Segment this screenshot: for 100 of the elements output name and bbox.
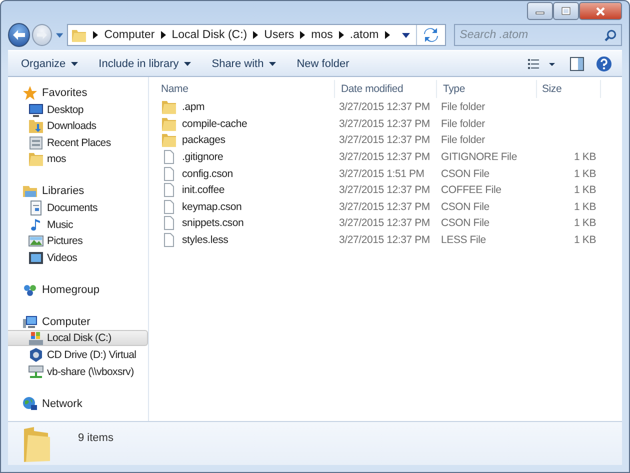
column-header[interactable]: Date modified — [335, 80, 437, 98]
file-type: File folder — [441, 134, 485, 146]
minimize-button[interactable] — [527, 2, 553, 20]
recent-icon — [28, 134, 44, 151]
chevron-icon[interactable] — [300, 31, 306, 39]
file-type: CSON File — [441, 168, 490, 180]
file-type: File folder — [441, 101, 485, 114]
column-header[interactable]: Type — [437, 80, 537, 98]
folder-icon — [161, 116, 177, 132]
computer-icon — [22, 314, 38, 330]
file-size: 1 KB — [574, 200, 596, 213]
file-type: COFFEE File — [441, 184, 502, 196]
nav-item[interactable]: Recent Places — [8, 134, 148, 151]
file-size: 1 KB — [574, 151, 596, 164]
nav-group-item[interactable]: Computer — [8, 314, 148, 330]
nav-group-item[interactable]: Libraries — [8, 183, 148, 200]
breadcrumb-item[interactable]: Local Disk (C:) — [172, 29, 248, 41]
downloads-icon — [28, 118, 44, 134]
date-modified: 3/27/2015 12:37 PM — [339, 184, 430, 196]
nav-item[interactable]: mos — [8, 151, 148, 168]
file-size: 1 KB — [574, 184, 596, 196]
chevron-icon[interactable] — [160, 31, 166, 39]
toolbar-button[interactable]: Include in library — [90, 58, 200, 70]
column-header[interactable]: Name — [149, 80, 335, 98]
column-header[interactable]: Size — [537, 80, 601, 98]
file-size: 1 KB — [574, 234, 596, 246]
file-size: 1 KB — [574, 168, 596, 180]
nav-item[interactable]: CD Drive (D:) Virtual — [8, 346, 148, 363]
file-name[interactable]: packages — [182, 134, 226, 146]
caret-icon[interactable] — [402, 32, 410, 38]
file-name[interactable]: snippets.cson — [182, 217, 244, 230]
refresh-icon[interactable] — [422, 28, 439, 42]
toolbar-button[interactable]: New folder — [288, 58, 358, 70]
file-type: LESS File — [441, 234, 486, 246]
nav-item[interactable]: Downloads — [8, 118, 148, 134]
file-name[interactable]: compile-cache — [182, 118, 248, 130]
date-modified: 3/27/2015 12:37 PM — [339, 151, 430, 164]
file-size: 1 KB — [574, 217, 596, 230]
file-icon — [161, 182, 177, 198]
folder-icon — [161, 132, 177, 148]
back-button[interactable] — [8, 23, 30, 47]
chevron-icon[interactable] — [338, 31, 344, 39]
chevron-icon[interactable] — [384, 31, 390, 39]
file-type: CSON File — [441, 217, 490, 230]
date-modified: 3/27/2015 12:37 PM — [339, 134, 430, 146]
video-icon — [28, 250, 44, 266]
nav-group-item[interactable]: Favorites — [8, 85, 148, 101]
toolbar-button[interactable]: Share with — [202, 58, 285, 70]
date-modified: 3/27/2015 12:37 PM — [339, 101, 430, 114]
chevron-icon[interactable] — [253, 31, 258, 39]
file-type: CSON File — [441, 200, 490, 213]
folder-icon — [71, 27, 88, 43]
nav-item[interactable]: Pictures — [8, 233, 148, 250]
file-icon — [161, 198, 177, 215]
nav-group-item[interactable]: Homegroup — [8, 282, 148, 298]
date-modified: 3/27/2015 1:51 PM — [339, 168, 424, 180]
file-type: GITIGNORE File — [441, 151, 517, 164]
file-icon — [161, 166, 177, 182]
breadcrumb-item[interactable]: Computer — [104, 29, 155, 41]
breadcrumb-item[interactable]: mos — [311, 29, 333, 41]
chevron-icon[interactable] — [93, 31, 98, 39]
desktop-icon — [28, 102, 44, 118]
nav-item[interactable]: Music — [8, 216, 148, 233]
nav-item[interactable]: Desktop — [8, 102, 148, 118]
document-icon — [28, 200, 44, 216]
toolbar-button[interactable]: Organize — [12, 58, 87, 70]
file-name[interactable]: config.cson — [182, 168, 233, 180]
search-field[interactable]: Search .atom — [454, 24, 622, 46]
item-count: 9 items — [78, 432, 114, 444]
maximize-icon — [561, 7, 571, 15]
file-name[interactable]: styles.less — [182, 234, 228, 246]
folder-icon — [161, 99, 177, 116]
maximize-button[interactable] — [553, 2, 579, 20]
search-icon — [604, 29, 617, 42]
file-name[interactable]: keymap.cson — [182, 200, 242, 213]
star-icon — [22, 85, 38, 101]
close-button[interactable] — [579, 2, 622, 20]
cd-icon — [28, 346, 44, 363]
file-name[interactable]: .apm — [182, 101, 205, 114]
nav-item[interactable]: vb-share (\\vboxsrv) — [8, 364, 148, 380]
file-name[interactable]: init.coffee — [182, 184, 225, 196]
breadcrumb-item[interactable]: .atom — [350, 29, 379, 41]
address-bar[interactable]: Computer Local Disk (C:) Users mos .atom — [67, 24, 446, 46]
nav-item[interactable]: Local Disk (C:) — [8, 330, 148, 346]
breadcrumb-item[interactable]: Users — [264, 29, 294, 41]
nav-item[interactable]: Videos — [8, 250, 148, 266]
folder-icon — [28, 151, 44, 168]
file-icon — [161, 215, 177, 232]
folder-icon — [22, 425, 52, 463]
nav-group-item[interactable]: Network — [8, 396, 148, 412]
drive-icon — [28, 330, 44, 346]
nav-item[interactable]: Documents — [8, 200, 148, 216]
date-modified: 3/27/2015 12:37 PM — [339, 234, 430, 246]
network-icon — [22, 396, 38, 412]
arrow-right-icon — [36, 30, 48, 40]
library-icon — [22, 183, 38, 200]
file-name[interactable]: .gitignore — [182, 151, 224, 164]
file-type: File folder — [441, 118, 485, 130]
date-modified: 3/27/2015 12:37 PM — [339, 217, 430, 230]
arrow-left-icon — [12, 29, 26, 41]
